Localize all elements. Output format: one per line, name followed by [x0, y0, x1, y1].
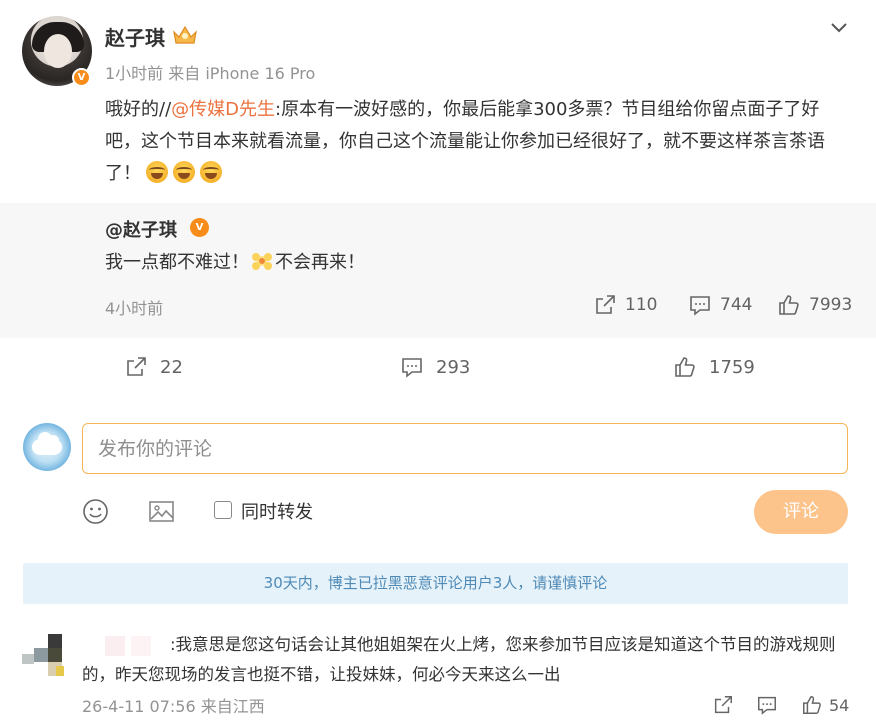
share-count: 22 [160, 356, 183, 378]
comment-count: 293 [436, 356, 471, 378]
cloud-icon [32, 432, 62, 455]
comment-icon[interactable] [756, 694, 778, 716]
avatar-pixel [48, 634, 62, 648]
comment-icon [402, 358, 422, 378]
share-icon[interactable] [712, 694, 734, 716]
avatar-pixel [22, 654, 34, 664]
share-button[interactable]: 22 [124, 355, 183, 379]
share-icon [127, 357, 146, 376]
post-meta: 1小时前 来自 iPhone 16 Pro [105, 64, 316, 83]
chevron-down-icon[interactable] [828, 16, 850, 38]
avatar-pixel [56, 666, 64, 676]
repost-comment-count: 744 [720, 295, 753, 315]
repost-checkbox[interactable] [214, 501, 232, 519]
reposted-weibo[interactable]: @赵子琪 V 我一点都不难过！ 不会再来！ 4小时前 110 744 7993 [0, 203, 876, 338]
current-user-avatar[interactable] [23, 423, 71, 471]
mention-link[interactable]: @传媒D先生 [171, 99, 275, 120]
grimace-emoji-icon [200, 161, 222, 183]
repost-like-count: 7993 [809, 295, 853, 315]
repost-text-after: 不会再来！ [275, 252, 365, 273]
emoji-picker-icon[interactable] [82, 498, 109, 525]
commenter-avatar[interactable] [22, 632, 70, 680]
repost-checkbox-label[interactable]: 同时转发 [241, 498, 313, 524]
repost-share-button[interactable]: 110 [593, 293, 657, 317]
repost-like-button[interactable]: 7993 [777, 293, 852, 317]
image-upload-icon[interactable] [148, 498, 175, 525]
like-count: 1759 [709, 356, 755, 378]
repost-text-before: 我一点都不难过！ [105, 252, 249, 273]
repost-verified-badge-icon: V [190, 218, 209, 237]
verified-badge-icon: V [72, 68, 91, 87]
repost-share-count: 110 [625, 295, 658, 315]
crown-icon [173, 25, 197, 44]
thumbs-up-icon[interactable] [801, 694, 823, 716]
blocklist-notice: 30天内，博主已拉黑恶意评论用户3人，请谨慎评论 [23, 563, 848, 604]
flower-emoji-icon [252, 253, 272, 270]
comment-input[interactable] [82, 423, 848, 474]
grimace-emoji-icon [146, 161, 168, 183]
thumbs-up-icon [675, 357, 695, 377]
like-button[interactable]: 1759 [673, 355, 755, 379]
thumbs-up-icon [779, 295, 799, 315]
post-actions: 22 293 1759 [0, 345, 876, 390]
avatar-pixel [34, 648, 48, 662]
composer-toolbar: 同时转发 评论 [0, 490, 876, 534]
comment-text: :我意思是您这句话会让其他姐姐架在火上烤，您来参加节目应该是知道这个节目的游戏规… [82, 635, 836, 684]
avatar-face [44, 34, 72, 68]
comment-icon [690, 296, 710, 316]
comment-button[interactable]: 293 [400, 355, 470, 379]
avatar-pixel [48, 648, 62, 662]
comment-like-count: 54 [829, 696, 850, 715]
grimace-emoji-icon [173, 161, 195, 183]
share-icon [596, 295, 615, 314]
repost-comment-button[interactable]: 744 [688, 293, 752, 317]
comment-item: :我意思是您这句话会让其他姐姐架在火上烤，您来参加节目应该是知道这个节目的游戏规… [0, 620, 876, 725]
post-content: 哦好的//@传媒D先生:原本有一波好感的，你最后能拿300多票？节目组给你留点面… [105, 94, 855, 190]
repost-author[interactable]: @赵子琪 [105, 216, 177, 242]
repost-text: 我一点都不难过！ 不会再来！ [105, 249, 365, 277]
repost-time: 4小时前 [105, 299, 164, 318]
content-prefix: 哦好的// [105, 99, 172, 120]
author-name[interactable]: 赵子琪 [105, 22, 165, 51]
comment-meta: 26-4-11 07:56 来自江西 [82, 697, 265, 716]
submit-comment-button[interactable]: 评论 [754, 490, 848, 534]
